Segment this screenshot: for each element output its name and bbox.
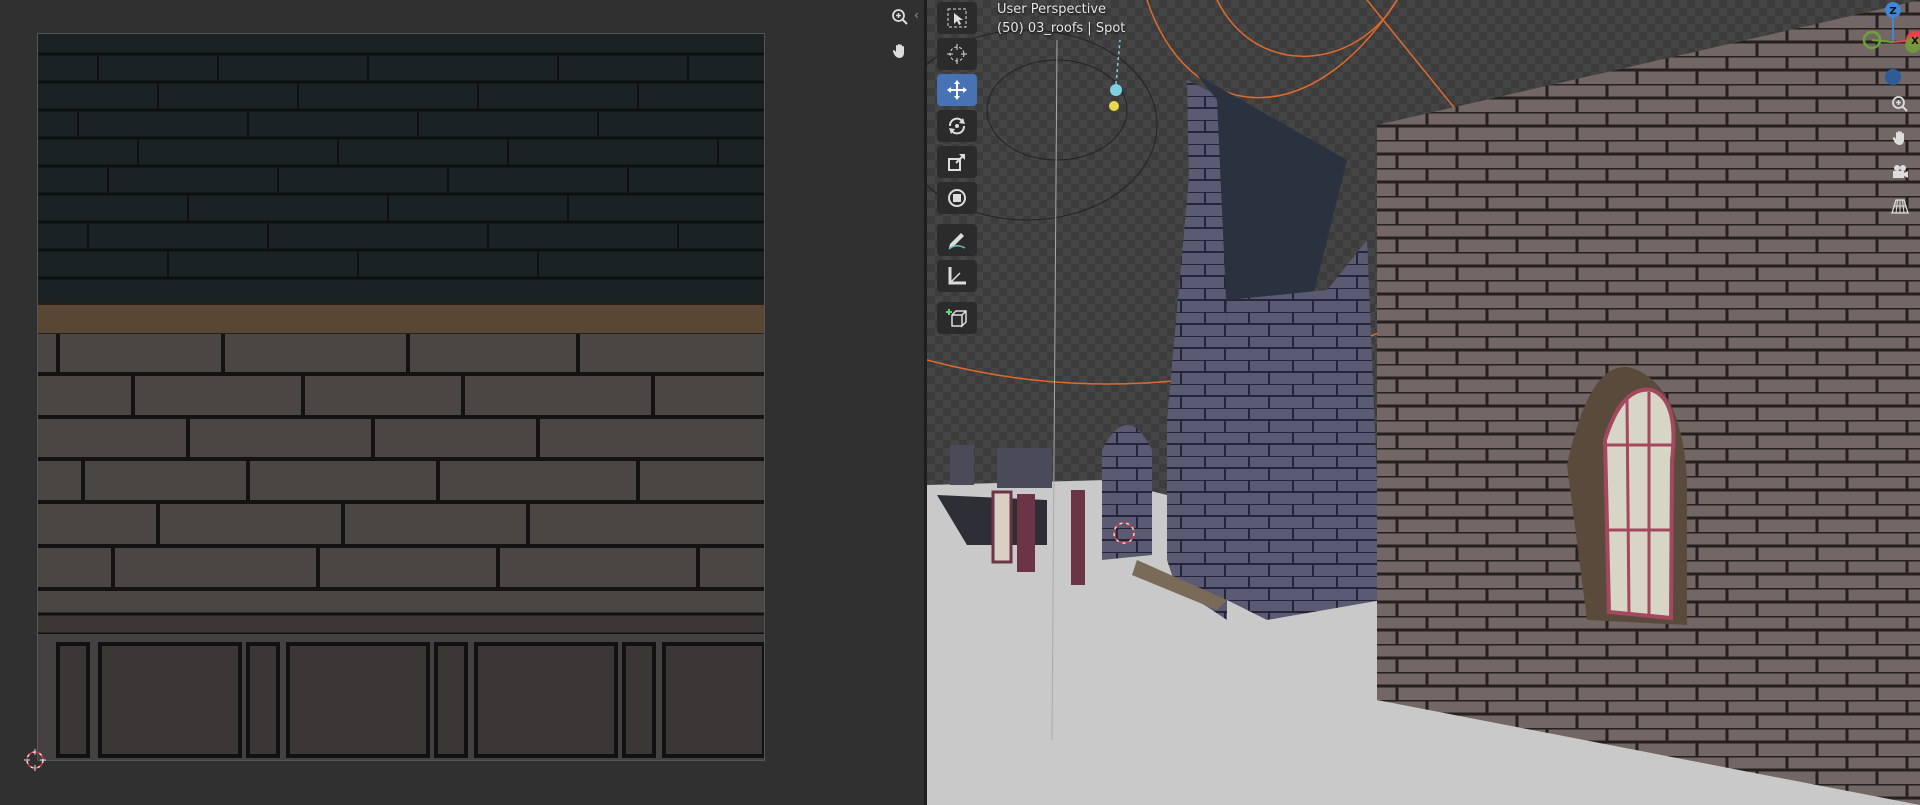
- navigation-gizmo[interactable]: Z X: [1860, 0, 1920, 100]
- measure-tool[interactable]: [937, 260, 977, 292]
- uv-nav-tools: [887, 4, 913, 72]
- cursor-icon: [947, 44, 967, 64]
- pan-hand-icon[interactable]: [1888, 126, 1912, 150]
- transform-tool[interactable]: [937, 182, 977, 214]
- view-mode-label: User Perspective: [997, 2, 1107, 17]
- perspective-grid-icon[interactable]: [1888, 194, 1912, 218]
- annotate-pencil-icon: [948, 233, 966, 250]
- annotate-tool[interactable]: [937, 224, 977, 256]
- collapse-arrow-icon[interactable]: ‹: [914, 8, 919, 22]
- zoom-icon[interactable]: [887, 4, 913, 30]
- zoom-icon[interactable]: [1888, 92, 1912, 116]
- move-icon: [947, 80, 967, 100]
- add-cube-tool[interactable]: [937, 302, 977, 334]
- rotate-icon: [949, 117, 965, 135]
- camera-view-icon[interactable]: [1888, 160, 1912, 184]
- uv-editor[interactable]: ‹: [0, 0, 924, 805]
- scale-tool[interactable]: [937, 146, 977, 178]
- viewport-scene: [927, 0, 1920, 805]
- gizmo-x-label: X: [1911, 36, 1919, 47]
- pan-hand-icon[interactable]: [887, 38, 913, 64]
- viewport-nav-buttons: [1888, 92, 1912, 228]
- move-tool[interactable]: [937, 74, 977, 106]
- transform-icon: [948, 189, 966, 207]
- measure-ruler-icon: [948, 267, 966, 285]
- texture-image: [37, 33, 765, 761]
- add-cube-icon: [946, 309, 967, 328]
- scale-icon: [948, 154, 965, 171]
- viewport-header: User Perspective (50) 03_roofs | Spot: [997, 0, 1125, 38]
- active-object-label: (50) 03_roofs | Spot: [997, 21, 1126, 36]
- select-box-icon: [947, 8, 967, 28]
- texture-graphic: [38, 34, 764, 760]
- rotate-tool[interactable]: [937, 110, 977, 142]
- select-box-tool[interactable]: [937, 2, 977, 34]
- tool-shelf: [935, 2, 979, 338]
- 3d-viewport[interactable]: User Perspective (50) 03_roofs | Spot Z …: [927, 0, 1920, 805]
- gizmo-z-label: Z: [1889, 6, 1896, 17]
- cursor-tool[interactable]: [937, 38, 977, 70]
- 2d-cursor-icon[interactable]: [22, 747, 48, 777]
